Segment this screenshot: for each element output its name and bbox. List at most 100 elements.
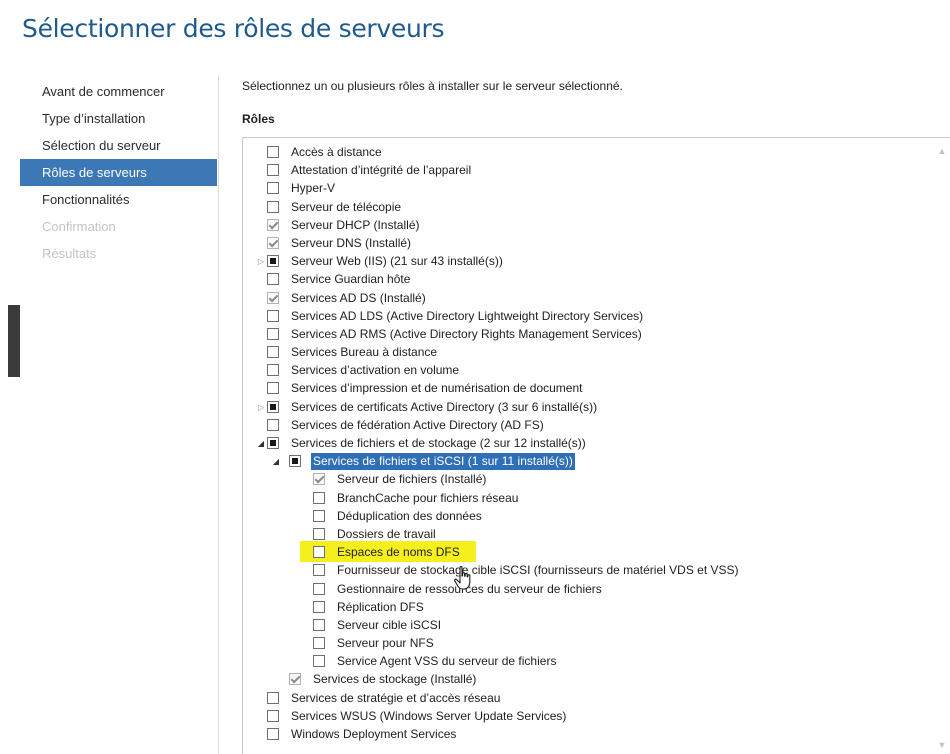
triangle-down-icon[interactable]: ◢ (271, 456, 281, 467)
role-row[interactable]: BranchCache pour fichiers réseau (243, 490, 950, 508)
role-checkbox[interactable] (267, 709, 279, 722)
role-label[interactable]: Services d’impression et de numérisation… (289, 380, 584, 397)
role-checkbox[interactable] (267, 218, 279, 231)
role-label[interactable]: Espaces de noms DFS (335, 544, 462, 561)
role-row[interactable]: ▷ Services de certificats Active Director… (243, 399, 950, 417)
chevron-down-icon[interactable]: ▼ (937, 740, 947, 750)
role-label[interactable]: Hyper-V (289, 180, 337, 197)
role-row[interactable]: Serveur cible iSCSI (243, 617, 950, 635)
role-checkbox[interactable] (313, 600, 325, 613)
roles-tree-list[interactable]: Accès à distance Attestation d’intégrité … (242, 137, 950, 754)
nav-item-4[interactable]: Rôles de serveurs (20, 159, 217, 186)
role-label[interactable]: Service Guardian hôte (289, 271, 412, 288)
role-row[interactable]: Déduplication des données (243, 508, 950, 526)
role-label[interactable]: Services de stockage (Installé) (311, 671, 478, 688)
role-label[interactable]: Services AD RMS (Active Directory Rights… (289, 326, 644, 343)
role-row[interactable]: ▷ Serveur Web (IIS) (21 sur 43 installé(s… (243, 253, 950, 271)
role-label[interactable]: Services de fédération Active Directory … (289, 417, 546, 434)
role-checkbox[interactable] (267, 728, 279, 740)
role-checkbox[interactable] (313, 655, 325, 668)
role-checkbox[interactable] (313, 618, 325, 631)
role-checkbox[interactable] (267, 146, 279, 158)
role-row[interactable]: Services d’activation en volume (243, 362, 950, 380)
role-label[interactable]: Services AD DS (Installé) (289, 290, 428, 307)
role-checkbox[interactable] (267, 200, 279, 213)
role-label[interactable]: Serveur cible iSCSI (335, 617, 443, 634)
role-label[interactable]: Services Bureau à distance (289, 344, 439, 361)
role-checkbox[interactable] (267, 273, 279, 286)
role-row[interactable]: Hyper-V (243, 180, 950, 198)
role-label[interactable]: Serveur pour NFS (335, 635, 436, 652)
role-checkbox[interactable] (267, 437, 279, 449)
role-checkbox[interactable] (289, 673, 301, 686)
chevron-up-icon[interactable]: ▲ (937, 146, 947, 156)
role-checkbox[interactable] (267, 182, 279, 195)
role-label[interactable]: Services de certificats Active Directory… (289, 399, 599, 416)
role-row[interactable]: ◢ Services de fichiers et de stockage (2 … (243, 435, 950, 453)
role-checkbox[interactable] (267, 346, 279, 359)
role-checkbox[interactable] (313, 564, 325, 577)
role-label[interactable]: Réplication DFS (335, 599, 426, 616)
role-checkbox[interactable] (267, 382, 279, 395)
role-checkbox[interactable] (289, 455, 301, 468)
role-row[interactable]: Services AD LDS (Active Directory Lightw… (243, 308, 950, 326)
role-label[interactable]: Serveur de télécopie (289, 199, 403, 216)
role-row[interactable]: Services de stockage (Installé) (243, 671, 950, 689)
nav-item-5[interactable]: Fonctionnalités (20, 186, 217, 213)
role-row[interactable]: Serveur de télécopie (243, 199, 950, 217)
role-checkbox[interactable] (313, 473, 325, 486)
role-label[interactable]: Services de stratégie et d’accès réseau (289, 690, 502, 707)
role-checkbox[interactable] (267, 327, 279, 340)
role-label[interactable]: Fournisseur de stockage cible iSCSI (fou… (335, 562, 741, 579)
triangle-right-icon[interactable]: ▷ (256, 256, 266, 267)
role-row[interactable]: Accès à distance (243, 144, 950, 162)
role-checkbox[interactable] (313, 582, 325, 595)
role-row[interactable]: Services AD DS (Installé) (243, 290, 950, 308)
role-label[interactable]: Serveur de fichiers (Installé) (335, 471, 488, 488)
role-row[interactable]: Serveur de fichiers (Installé) (243, 471, 950, 489)
role-checkbox[interactable] (267, 418, 279, 431)
role-label[interactable]: Service Agent VSS du serveur de fichiers (335, 653, 558, 670)
role-checkbox[interactable] (267, 164, 279, 177)
role-row[interactable]: Services d’impression et de numérisation… (243, 380, 950, 398)
triangle-down-icon[interactable]: ◢ (256, 438, 266, 449)
role-label[interactable]: Services de fichiers et de stockage (2 s… (289, 435, 588, 452)
role-row[interactable]: Services de fédération Active Directory … (243, 417, 950, 435)
role-row[interactable]: Espaces de noms DFS (243, 541, 950, 563)
role-label[interactable]: Serveur DNS (Installé) (289, 235, 413, 252)
role-label[interactable]: Windows Deployment Services (289, 726, 458, 743)
role-row[interactable]: Réplication DFS (243, 599, 950, 617)
nav-item-1[interactable]: Avant de commencer (20, 78, 217, 105)
role-row[interactable]: Service Agent VSS du serveur de fichiers (243, 653, 950, 671)
role-checkbox[interactable] (267, 364, 279, 377)
role-row[interactable]: Services WSUS (Windows Server Update Ser… (243, 708, 950, 726)
role-label[interactable]: Attestation d’intégrité de l’appareil (289, 162, 473, 179)
role-row[interactable]: Services Bureau à distance (243, 344, 950, 362)
role-checkbox[interactable] (267, 255, 279, 268)
nav-item-3[interactable]: Sélection du serveur (20, 132, 217, 159)
role-row[interactable]: Serveur DHCP (Installé) (243, 217, 950, 235)
role-row[interactable]: Serveur pour NFS (243, 635, 950, 653)
role-checkbox[interactable] (267, 309, 279, 322)
triangle-right-icon[interactable]: ▷ (256, 402, 266, 413)
role-row[interactable]: ◢ Services de fichiers et iSCSI (1 sur 11… (243, 453, 950, 471)
role-checkbox[interactable] (267, 236, 279, 249)
role-label[interactable]: Serveur Web (IIS) (21 sur 43 installé(s)… (289, 253, 505, 270)
role-checkbox[interactable] (313, 509, 325, 522)
role-checkbox[interactable] (267, 691, 279, 704)
role-label[interactable]: BranchCache pour fichiers réseau (335, 490, 520, 507)
role-checkbox[interactable] (313, 491, 325, 504)
role-row[interactable]: Services AD RMS (Active Directory Rights… (243, 326, 950, 344)
role-checkbox[interactable] (313, 546, 325, 559)
role-checkbox[interactable] (267, 291, 279, 304)
role-row[interactable]: Services de stratégie et d’accès réseau (243, 690, 950, 708)
role-label[interactable]: Services AD LDS (Active Directory Lightw… (289, 308, 645, 325)
role-label[interactable]: Serveur DHCP (Installé) (289, 217, 421, 234)
role-label[interactable]: Services de fichiers et iSCSI (1 sur 11 … (311, 453, 575, 471)
role-row[interactable]: Serveur DNS (Installé) (243, 235, 950, 253)
role-checkbox[interactable] (267, 400, 279, 413)
vertical-scrollbar[interactable]: ▲ ▼ (934, 138, 950, 754)
role-row[interactable]: Windows Deployment Services (243, 726, 950, 744)
role-label[interactable]: Services d’activation en volume (289, 362, 461, 379)
role-row[interactable]: Attestation d’intégrité de l’appareil (243, 162, 950, 180)
